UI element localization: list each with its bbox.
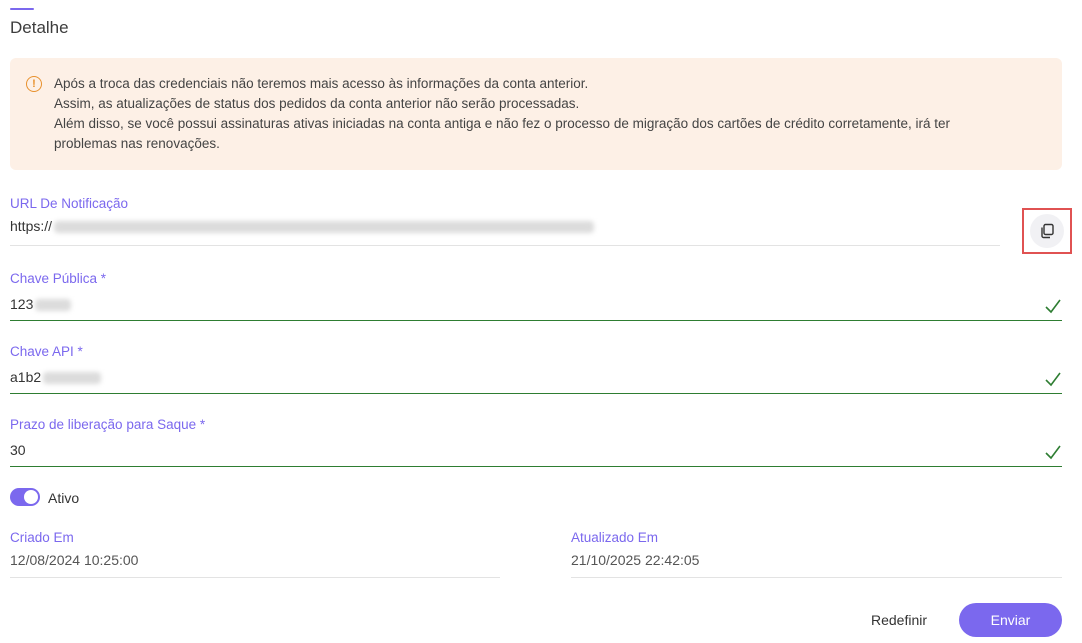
notification-url-label: URL De Notificação xyxy=(10,196,129,211)
public-key-input[interactable]: 123 xyxy=(10,296,72,312)
active-toggle[interactable] xyxy=(10,488,40,506)
reset-button[interactable]: Redefinir xyxy=(860,606,938,634)
updated-at-value: 21/10/2025 22:42:05 xyxy=(571,552,700,568)
updated-at-label: Atualizado Em xyxy=(571,530,659,545)
created-at-value: 12/08/2024 10:25:00 xyxy=(10,552,139,568)
warning-alert: ! Após a troca das credenciais não terem… xyxy=(10,58,1062,170)
toggle-knob xyxy=(24,490,38,504)
check-icon xyxy=(1045,372,1061,387)
api-key-input[interactable]: a1b2 xyxy=(10,369,102,385)
redacted-value xyxy=(54,221,595,234)
withdrawal-term-label: Prazo de liberação para Saque * xyxy=(10,417,206,432)
created-at-label: Criado Em xyxy=(10,530,74,545)
alert-line: Após a troca das credenciais não teremos… xyxy=(54,76,589,91)
notification-url-underline xyxy=(10,245,1000,246)
created-at-underline xyxy=(10,577,500,578)
redacted-value xyxy=(35,299,72,312)
copy-icon xyxy=(1041,223,1054,239)
public-key-label: Chave Pública * xyxy=(10,271,107,286)
public-key-value: 123 xyxy=(10,296,34,312)
api-key-underline xyxy=(10,393,1062,394)
alert-line: Além disso, se você possui assinaturas a… xyxy=(54,116,950,131)
copy-button-circle xyxy=(1030,214,1064,248)
updated-at-underline xyxy=(571,577,1062,578)
section-title: Detalhe xyxy=(10,18,69,37)
notification-url-field[interactable]: https:// xyxy=(10,218,595,234)
alert-line: problemas nas renovações. xyxy=(54,136,220,151)
copy-url-button[interactable] xyxy=(1022,208,1072,254)
withdrawal-term-underline xyxy=(10,466,1062,467)
active-toggle-label: Ativo xyxy=(48,490,80,506)
tab-indicator xyxy=(10,8,34,10)
warning-circle-icon: ! xyxy=(26,76,42,92)
api-key-label: Chave API * xyxy=(10,344,83,359)
notification-url-value: https:// xyxy=(10,218,53,234)
withdrawal-term-input[interactable]: 30 xyxy=(10,442,26,458)
check-icon xyxy=(1045,445,1061,460)
public-key-underline xyxy=(10,320,1062,321)
redacted-value xyxy=(43,372,102,385)
alert-line: Assim, as atualizações de status dos ped… xyxy=(54,96,580,111)
submit-button[interactable]: Enviar xyxy=(959,603,1062,637)
check-icon xyxy=(1045,299,1061,314)
api-key-value: a1b2 xyxy=(10,369,42,385)
